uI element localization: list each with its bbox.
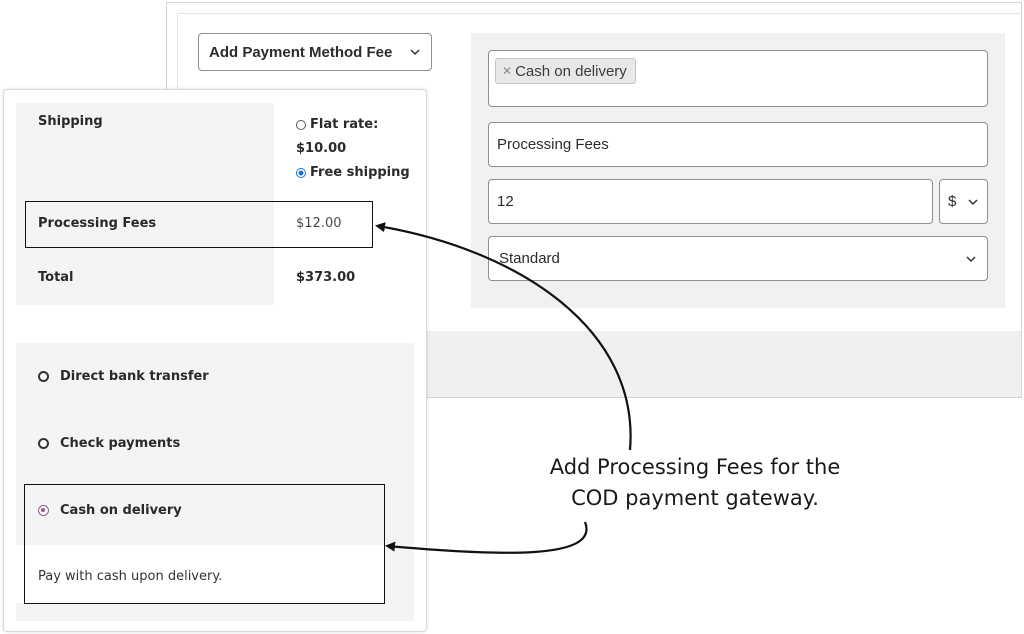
processing-fees-highlight [25,201,373,248]
fee-currency-select[interactable]: $ [939,179,988,224]
payment-method-check[interactable]: Check payments [38,436,180,451]
total-value: $373.00 [296,270,356,285]
remove-tag-icon[interactable]: ✕ [502,64,512,78]
flat-rate-label: Flat rate: [310,117,379,132]
shipping-label: Shipping [38,114,103,129]
annotation-line-2: COD payment gateway. [571,486,819,510]
bank-transfer-label: Direct bank transfer [60,369,209,384]
fee-amount-value: 12 [497,193,514,210]
free-shipping-label: Free shipping [310,165,410,180]
annotation-line-1: Add Processing Fees for the [549,455,841,479]
chevron-down-icon [966,255,976,262]
gateway-tag-label: Cash on delivery [515,62,627,80]
chevron-down-icon [968,198,978,205]
payment-method-bank-transfer[interactable]: Direct bank transfer [38,369,209,384]
tax-class-select[interactable]: Standard [488,236,988,281]
total-label: Total [38,270,74,285]
fee-amount-input[interactable]: 12 [488,179,933,224]
annotation-text: Add Processing Fees for the COD payment … [520,452,870,514]
cod-highlight [24,484,385,604]
fee-type-select-value: Add Payment Method Fee [209,43,393,61]
shipping-option-flat-rate[interactable]: Flat rate: [296,113,416,137]
fee-title-value: Processing Fees [497,136,609,153]
radio-icon[interactable] [38,371,49,382]
shipping-options: Flat rate: $10.00 Free shipping [296,113,416,185]
gateway-tag[interactable]: ✕ Cash on delivery [495,58,636,84]
fee-type-select[interactable]: Add Payment Method Fee [198,33,432,71]
flat-rate-price: $10.00 [296,141,347,156]
radio-icon[interactable] [38,438,49,449]
chevron-down-icon [410,49,420,56]
check-payments-label: Check payments [60,436,181,451]
radio-selected-icon[interactable] [296,168,306,178]
fee-currency-value: $ [948,193,957,210]
shipping-option-free[interactable]: Free shipping [296,161,416,185]
tax-class-value: Standard [499,250,560,267]
fee-title-input[interactable]: Processing Fees [488,122,988,167]
radio-icon[interactable] [296,120,306,130]
payment-gateway-multiselect[interactable]: ✕ Cash on delivery [488,50,988,107]
